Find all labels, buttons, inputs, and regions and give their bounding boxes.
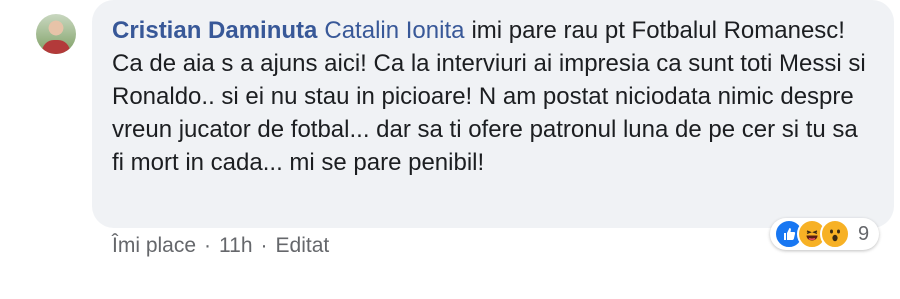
wow-icon [820,219,850,249]
comment-text: Cristian Daminuta Catalin Ionita imi pare … [112,14,874,179]
reaction-count: 9 [858,222,870,245]
like-action-link[interactable]: Îmi place [112,234,196,258]
separator-dot: · [260,234,268,257]
author-avatar[interactable] [36,14,76,54]
comment-mention[interactable]: Catalin Ionita [324,17,464,44]
separator-dot: · [204,234,212,257]
edited-link[interactable]: Editat [276,234,330,258]
comment-actions: Îmi place · 11h · Editat [112,234,329,258]
avatar-figure [42,40,70,54]
comment-time[interactable]: 11h [219,234,252,258]
comment-bubble: Cristian Daminuta Catalin Ionita imi pare … [92,0,894,228]
comment-author[interactable]: Cristian Daminuta [112,17,317,44]
reactions-summary[interactable]: 9 [770,218,880,250]
